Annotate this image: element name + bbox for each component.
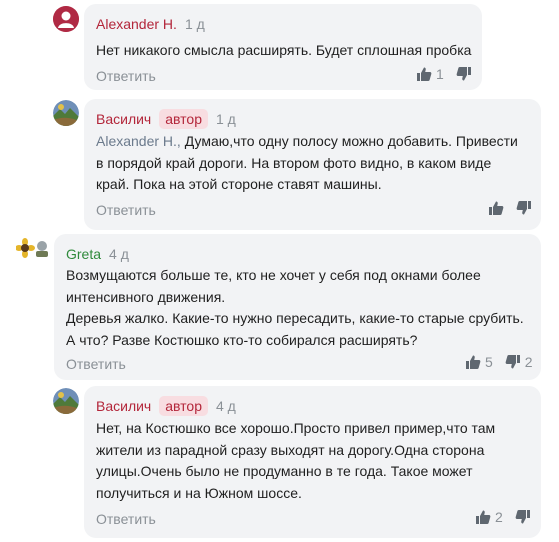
thumbs-down-icon bbox=[505, 355, 520, 369]
comment-date[interactable]: 1 д bbox=[185, 16, 205, 32]
author-badge: автор bbox=[159, 396, 208, 416]
comment-bubble: Василич автор 4 д Нет, на Костюшко все х… bbox=[84, 386, 541, 538]
reply-button[interactable]: Ответить bbox=[96, 511, 156, 527]
comment-author[interactable]: Василич bbox=[96, 111, 151, 127]
comment-date[interactable]: 1 д bbox=[216, 111, 236, 127]
comment-text: Alexander H., Думаю,что одну полосу можн… bbox=[96, 133, 518, 192]
like-count: 2 bbox=[495, 509, 503, 525]
mention-link[interactable]: Alexander H., bbox=[96, 133, 181, 149]
thumbs-down-icon bbox=[456, 67, 471, 81]
reply-button[interactable]: Ответить bbox=[96, 68, 156, 84]
dislike-button[interactable] bbox=[456, 66, 472, 82]
landscape-avatar-icon[interactable] bbox=[53, 388, 79, 414]
thumbs-up-icon bbox=[466, 355, 481, 369]
comment-text: Нет, на Костюшко все хорошо.Просто приве… bbox=[96, 420, 496, 501]
comment-author[interactable]: Greta bbox=[66, 246, 101, 262]
comment-date[interactable]: 4 д bbox=[216, 398, 236, 414]
like-count: 1 bbox=[436, 66, 444, 82]
comment-author[interactable]: Василич bbox=[96, 398, 151, 414]
landscape-avatar-icon[interactable] bbox=[53, 100, 79, 126]
dislike-button[interactable]: 2 bbox=[505, 354, 533, 370]
comment-bubble: Василич автор 1 д Alexander H., Думаю,чт… bbox=[84, 99, 541, 230]
comment-date[interactable]: 4 д bbox=[109, 246, 129, 262]
like-button[interactable] bbox=[488, 200, 504, 216]
reply-button[interactable]: Ответить bbox=[96, 202, 156, 218]
thumbs-up-icon bbox=[476, 510, 491, 524]
dislike-count: 2 bbox=[524, 354, 533, 370]
user-avatar-icon[interactable] bbox=[53, 6, 79, 32]
thumbs-up-icon bbox=[489, 201, 504, 215]
dislike-button[interactable] bbox=[516, 200, 532, 216]
like-count: 5 bbox=[485, 354, 493, 370]
comment-text: Возмущаются больше те, кто не хочет у се… bbox=[66, 267, 524, 348]
reply-button[interactable]: Ответить bbox=[66, 356, 126, 372]
like-button[interactable]: 2 bbox=[475, 509, 503, 525]
comment-bubble: Alexander H. 1 д Нет никакого смысла рас… bbox=[84, 4, 482, 90]
like-button[interactable]: 1 bbox=[416, 66, 444, 82]
thumbs-up-icon bbox=[417, 67, 432, 81]
author-badge: автор bbox=[159, 109, 208, 129]
thumbs-down-icon bbox=[515, 510, 530, 524]
thumbs-down-icon bbox=[516, 201, 531, 215]
dislike-button[interactable] bbox=[515, 509, 531, 525]
comment-bubble: Greta 4 д Возмущаются больше те, кто не … bbox=[54, 234, 541, 380]
comment-text: Нет никакого смысла расширять. Будет спл… bbox=[96, 42, 472, 58]
like-button[interactable]: 5 bbox=[465, 354, 493, 370]
comment-author[interactable]: Alexander H. bbox=[96, 16, 177, 32]
sunflower-avatar-icon[interactable] bbox=[15, 238, 50, 258]
